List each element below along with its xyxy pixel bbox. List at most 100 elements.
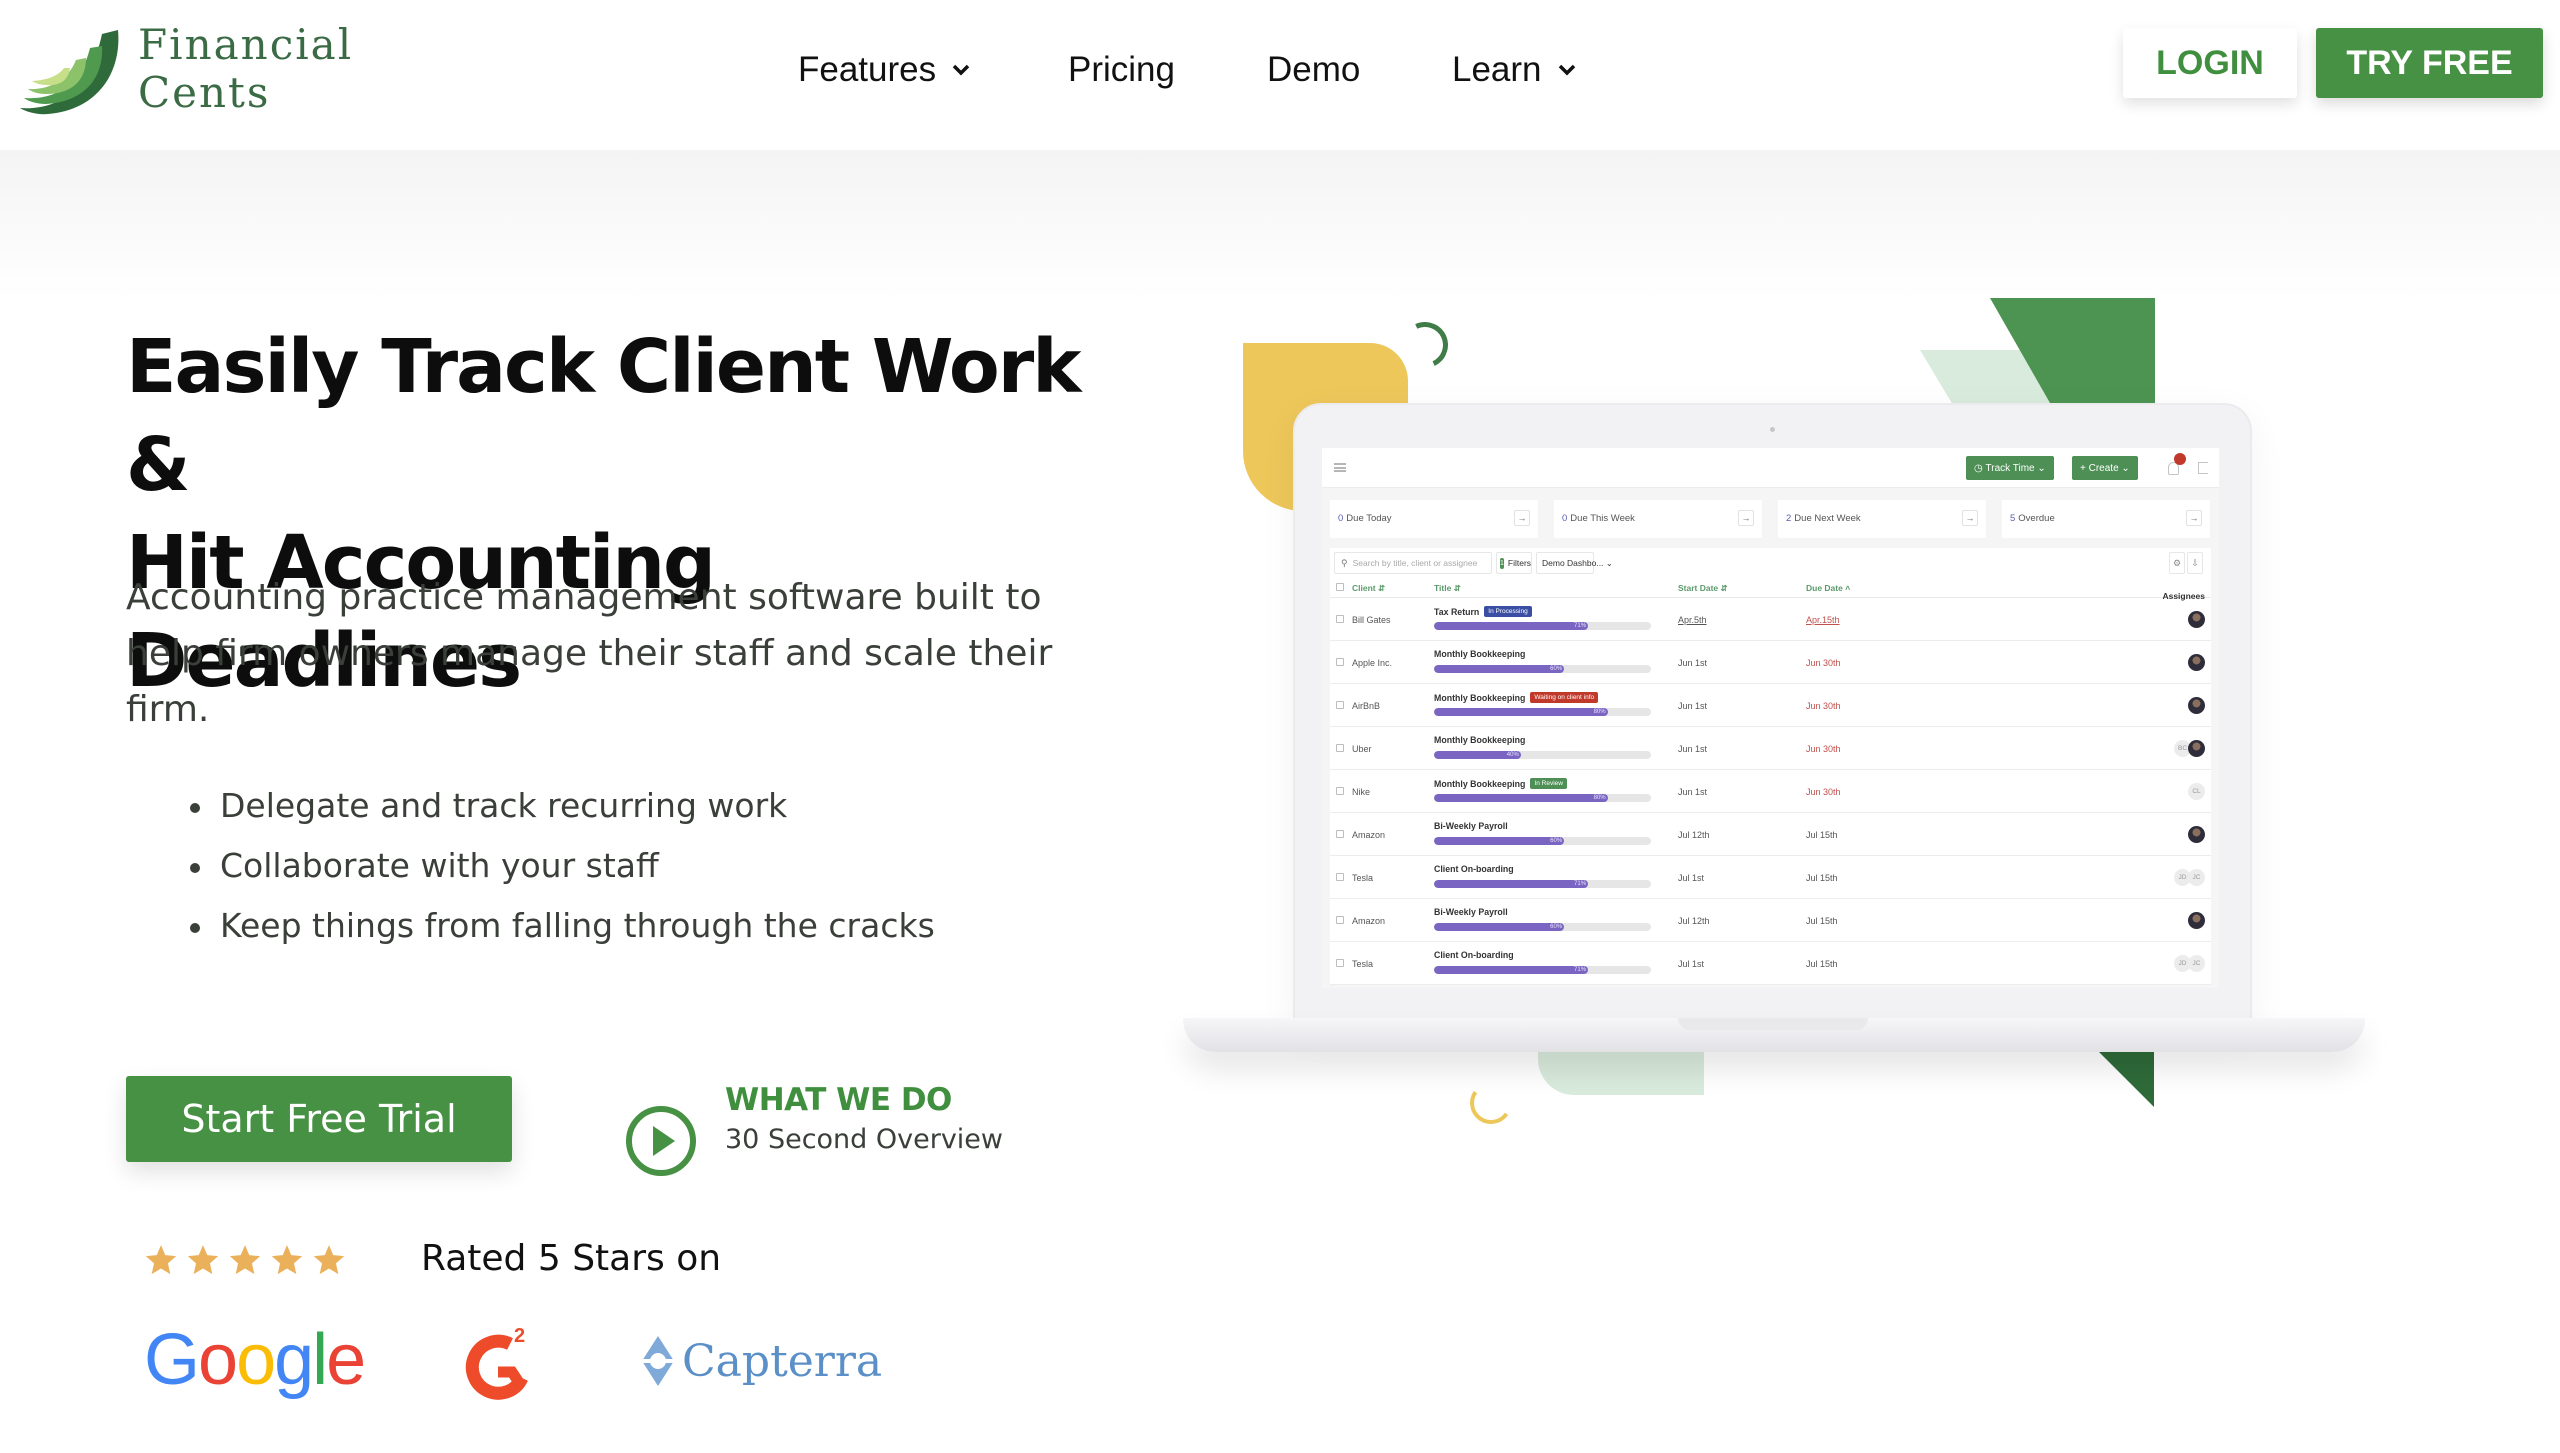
cell-title[interactable]: Bi-Weekly Payroll bbox=[1434, 907, 1508, 917]
cell-client[interactable]: Bill Gates bbox=[1352, 615, 1391, 625]
table-row[interactable]: Uber Monthly Bookkeeping 40% Jun 1st Jun 30t… bbox=[1330, 727, 2211, 770]
track-time-button[interactable]: ◷ Track Time ⌄ bbox=[1966, 456, 2054, 480]
chevron-down-icon: ⌄ bbox=[2118, 462, 2130, 474]
login-button[interactable]: LOGIN bbox=[2123, 28, 2297, 98]
assignee-avatar[interactable] bbox=[2188, 697, 2205, 714]
job-search-input[interactable]: ⚲ Search by title, client or assignee bbox=[1334, 552, 1492, 574]
table-row[interactable]: Bill Gates Tax Return In Processing 71% Apr.… bbox=[1330, 598, 2211, 641]
decor-bottom-triangle bbox=[2092, 1045, 2154, 1107]
cell-title[interactable]: Monthly Bookkeeping bbox=[1434, 735, 1525, 745]
nav-demo[interactable]: Demo bbox=[1267, 44, 1360, 96]
row-checkbox[interactable] bbox=[1336, 615, 1344, 623]
row-checkbox[interactable] bbox=[1336, 701, 1344, 709]
hero-subtitle: Accounting practice management software … bbox=[126, 577, 1053, 730]
row-checkbox[interactable] bbox=[1336, 959, 1344, 967]
arrow-right-icon[interactable]: → bbox=[1962, 510, 1978, 526]
filters-label: Filters bbox=[1507, 558, 1532, 568]
cell-client[interactable]: Tesla bbox=[1352, 873, 1373, 883]
create-button[interactable]: + Create ⌄ bbox=[2072, 456, 2138, 480]
logo-wordmark: Financial Cents bbox=[138, 18, 353, 114]
brand-logo[interactable]: Financial Cents bbox=[18, 18, 358, 118]
table-row[interactable]: Amazon Bi-Weekly Payroll 60% Jul 12th Jul 15… bbox=[1330, 899, 2211, 942]
table-body: Bill Gates Tax Return In Processing 71% Apr.… bbox=[1330, 598, 2211, 985]
table-row[interactable]: Nike Monthly Bookkeeping In Review 80% Jun 1… bbox=[1330, 770, 2211, 813]
stat-label: Due This Week bbox=[1570, 513, 1635, 524]
row-checkbox[interactable] bbox=[1336, 830, 1344, 838]
assignee-avatar[interactable] bbox=[2188, 826, 2205, 843]
table-row[interactable]: AirBnB Monthly Bookkeeping Waiting on clie… bbox=[1330, 684, 2211, 727]
cell-client[interactable]: AirBnB bbox=[1352, 701, 1380, 711]
cell-start-date: Jun 1st bbox=[1678, 787, 1708, 797]
assignee-avatar[interactable] bbox=[2188, 654, 2205, 671]
row-checkbox[interactable] bbox=[1336, 787, 1344, 795]
capterra-logo[interactable]: Capterra bbox=[640, 1326, 882, 1396]
cell-client[interactable]: Amazon bbox=[1352, 830, 1385, 840]
column-start-date[interactable]: Start Date ⇵ bbox=[1678, 583, 1728, 594]
start-free-trial-button[interactable]: Start Free Trial bbox=[126, 1076, 512, 1162]
review-platform-logos: Google 2 Capterra bbox=[140, 1320, 900, 1410]
cell-title[interactable]: Monthly Bookkeeping In Review bbox=[1434, 778, 1567, 789]
feature-bullets: Delegate and track recurring work Collab… bbox=[190, 776, 935, 956]
assignee-list bbox=[2188, 697, 2205, 714]
arrow-right-icon[interactable]: → bbox=[2186, 510, 2202, 526]
column-client[interactable]: Client ⇵ bbox=[1352, 583, 1385, 594]
dashboard-view-select[interactable]: Demo Dashbo... ⌄ bbox=[1536, 552, 1613, 574]
settings-gear-icon[interactable]: ⚙ bbox=[2169, 552, 2185, 574]
table-row[interactable]: Tesla Client On-boarding 71% Jul 1st Jul 15t… bbox=[1330, 942, 2211, 985]
stat-card-due-today[interactable]: 0 Due Today → bbox=[1330, 500, 1538, 538]
arrow-right-icon[interactable]: → bbox=[1738, 510, 1754, 526]
cell-title[interactable]: Bi-Weekly Payroll bbox=[1434, 821, 1508, 831]
cell-client[interactable]: Uber bbox=[1352, 744, 1372, 754]
column-due-date[interactable]: Due Date ˄ bbox=[1806, 583, 1850, 593]
logout-icon[interactable] bbox=[2198, 462, 2208, 474]
assignee-avatar[interactable] bbox=[2188, 912, 2205, 929]
nav-pricing[interactable]: Pricing bbox=[1068, 44, 1175, 96]
assignee-avatar[interactable] bbox=[2188, 611, 2205, 628]
stat-card-due-this-week[interactable]: 0 Due This Week → bbox=[1554, 500, 1762, 538]
cell-client[interactable]: Apple Inc. bbox=[1352, 658, 1392, 668]
headline-line-1: Easily Track Client Work & bbox=[126, 324, 1081, 508]
video-subtitle: 30 Second Overview bbox=[725, 1124, 1004, 1155]
assignee-initials[interactable]: JC bbox=[2188, 869, 2205, 886]
row-checkbox[interactable] bbox=[1336, 873, 1344, 881]
filters-button[interactable]: 1 Filters bbox=[1496, 552, 1532, 574]
cell-start-date: Apr.5th bbox=[1678, 615, 1707, 625]
row-checkbox[interactable] bbox=[1336, 916, 1344, 924]
cell-client[interactable]: Nike bbox=[1352, 787, 1370, 797]
cell-client[interactable]: Amazon bbox=[1352, 916, 1385, 926]
cell-title[interactable]: Monthly Bookkeeping bbox=[1434, 649, 1525, 659]
assignee-initials[interactable]: JC bbox=[2188, 955, 2205, 972]
filter-toolbar: ⚲ Search by title, client or assignee 1 … bbox=[1330, 548, 2211, 578]
select-all-checkbox[interactable] bbox=[1336, 583, 1344, 591]
table-row[interactable]: Amazon Bi-Weekly Payroll 60% Jul 12th Jul 15… bbox=[1330, 813, 2211, 856]
table-row[interactable]: Tesla Client On-boarding 71% Jul 1st Jul 15t… bbox=[1330, 856, 2211, 899]
hamburger-menu-icon[interactable] bbox=[1334, 463, 1346, 472]
column-title[interactable]: Title ⇵ bbox=[1434, 583, 1461, 594]
row-checkbox[interactable] bbox=[1336, 744, 1344, 752]
g2-logo[interactable]: 2 bbox=[462, 1322, 538, 1400]
assignee-avatar[interactable] bbox=[2188, 740, 2205, 757]
stat-card-overdue[interactable]: 5 Overdue → bbox=[2002, 500, 2210, 538]
cell-title[interactable]: Client On-boarding bbox=[1434, 950, 1514, 960]
job-title: Bi-Weekly Payroll bbox=[1434, 821, 1508, 831]
logo-line-2: Cents bbox=[138, 68, 271, 117]
try-free-button[interactable]: TRY FREE bbox=[2316, 28, 2543, 98]
cell-title[interactable]: Tax Return In Processing bbox=[1434, 606, 1532, 617]
table-row[interactable]: Apple Inc. Monthly Bookkeeping 60% Jun 1st J… bbox=[1330, 641, 2211, 684]
download-icon[interactable]: ⇩ bbox=[2187, 552, 2203, 574]
row-checkbox[interactable] bbox=[1336, 658, 1344, 666]
assignee-initials[interactable]: CL bbox=[2188, 783, 2205, 800]
overview-video-link[interactable]: WHAT WE DO 30 Second Overview bbox=[622, 1078, 1042, 1188]
arrow-right-icon[interactable]: → bbox=[1514, 510, 1530, 526]
assignee-list bbox=[2188, 654, 2205, 671]
nav-features[interactable]: Features bbox=[798, 44, 970, 96]
google-logo[interactable]: Google bbox=[144, 1320, 366, 1400]
cell-start-date: Jun 1st bbox=[1678, 701, 1708, 711]
cell-title[interactable]: Monthly Bookkeeping Waiting on client inf… bbox=[1434, 692, 1599, 703]
cell-title[interactable]: Client On-boarding bbox=[1434, 864, 1514, 874]
cell-start-date: Jul 12th bbox=[1678, 830, 1710, 840]
cell-start-date: Jul 12th bbox=[1678, 916, 1710, 926]
nav-learn[interactable]: Learn bbox=[1452, 44, 1576, 96]
cell-client[interactable]: Tesla bbox=[1352, 959, 1373, 969]
stat-card-due-next-week[interactable]: 2 Due Next Week → bbox=[1778, 500, 1986, 538]
